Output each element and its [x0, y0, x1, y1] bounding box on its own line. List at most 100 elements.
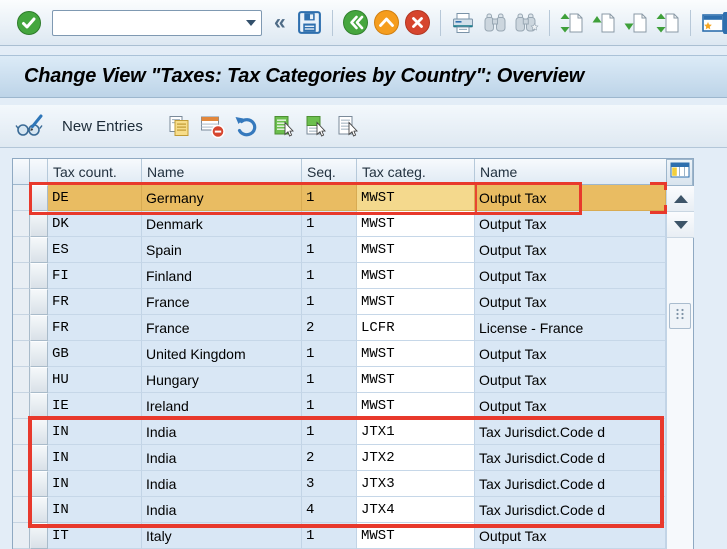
scroll-next-icon[interactable]	[623, 10, 649, 36]
cancel-icon[interactable]	[404, 9, 431, 36]
table-row: IN India 4 JTX4 Tax Jurisdict.Code d	[30, 497, 666, 523]
scrollbar-thumb[interactable]	[669, 303, 691, 329]
scroll-first-icon[interactable]	[559, 10, 585, 36]
cell-tax-country: HU	[48, 367, 142, 393]
cell-tax-category-input[interactable]: MWST	[357, 341, 475, 367]
command-field-dropdown-icon[interactable]	[246, 19, 256, 26]
find-next-icon[interactable]	[514, 10, 540, 36]
column-header-category-name: Name	[480, 164, 518, 180]
table-row: FI Finland 1 MWST Output Tax	[30, 263, 666, 289]
margin-cell	[13, 445, 30, 471]
cell-tax-category-input[interactable]: MWST	[357, 211, 475, 237]
deselect-all-icon[interactable]	[335, 114, 359, 138]
row-selector-button[interactable]	[30, 393, 48, 419]
margin-cell	[13, 497, 30, 523]
cell-tax-category-input[interactable]: MWST	[357, 185, 475, 211]
cell-tax-category-input[interactable]: MWST	[357, 237, 475, 263]
undo-icon[interactable]	[233, 113, 259, 139]
cell-tax-country: IT	[48, 523, 142, 549]
cell-category-name: Output Tax	[475, 185, 666, 211]
command-input[interactable]	[55, 11, 237, 34]
row-selector-button[interactable]	[30, 497, 48, 523]
collapse-icon[interactable]: «	[274, 12, 286, 33]
exit-icon[interactable]	[373, 9, 400, 36]
copy-icon[interactable]	[167, 114, 191, 138]
scrollbar-down-button[interactable]	[667, 212, 694, 238]
select-all-rows-header[interactable]	[30, 159, 48, 184]
cell-country-name: United Kingdom	[142, 341, 302, 367]
cell-tax-category-input[interactable]: JTX2	[357, 445, 475, 471]
scrollbar-up-button[interactable]	[667, 186, 694, 212]
scroll-last-icon[interactable]	[655, 10, 681, 36]
cell-tax-country: DK	[48, 211, 142, 237]
cell-tax-category-input[interactable]: LCFR	[357, 315, 475, 341]
cell-tax-country: ES	[48, 237, 142, 263]
toolbar-separator	[331, 9, 333, 36]
cell-tax-country: FR	[48, 289, 142, 315]
row-selector-button[interactable]	[30, 315, 48, 341]
toolbar-separator	[689, 9, 691, 36]
margin-cell	[13, 159, 30, 185]
cell-category-name: Output Tax	[475, 393, 666, 419]
margin-cell	[13, 471, 30, 497]
column-header-seq: Seq.	[302, 159, 357, 184]
command-field[interactable]	[52, 9, 262, 36]
cell-tax-category-input[interactable]: MWST	[357, 523, 475, 549]
row-selector-button[interactable]	[30, 237, 48, 263]
grip-dots-icon	[674, 307, 686, 326]
cell-tax-country: IN	[48, 419, 142, 445]
print-icon[interactable]	[450, 10, 476, 36]
find-icon[interactable]	[482, 10, 508, 36]
table-row: IN India 2 JTX2 Tax Jurisdict.Code d	[30, 445, 666, 471]
row-selector-button[interactable]	[30, 211, 48, 237]
table-configuration-button[interactable]	[666, 159, 693, 186]
cell-category-name: Output Tax	[475, 341, 666, 367]
margin-cell	[13, 315, 30, 341]
table-row: DK Denmark 1 MWST Output Tax	[30, 211, 666, 237]
title-bar: Change View "Taxes: Tax Categories by Co…	[0, 55, 727, 98]
cell-tax-category-input[interactable]: MWST	[357, 393, 475, 419]
table-row: FR France 1 MWST Output Tax	[30, 289, 666, 315]
cell-sequence: 2	[302, 445, 357, 471]
clipped-icon	[723, 12, 727, 34]
row-selector-button[interactable]	[30, 445, 48, 471]
cell-tax-country: FI	[48, 263, 142, 289]
row-selector-button[interactable]	[30, 419, 48, 445]
select-all-icon[interactable]	[271, 114, 295, 138]
new-entries-button[interactable]: New Entries	[58, 116, 147, 137]
margin-cell	[13, 185, 30, 211]
row-selector-button[interactable]	[30, 367, 48, 393]
column-header-tax-category: Tax categ.	[357, 159, 475, 184]
row-selector-button[interactable]	[30, 289, 48, 315]
display-change-icon[interactable]	[14, 113, 44, 139]
cell-sequence: 1	[302, 237, 357, 263]
new-session-icon[interactable]	[700, 10, 726, 36]
cell-tax-category-input[interactable]: MWST	[357, 367, 475, 393]
scroll-prev-icon[interactable]	[591, 10, 617, 36]
cell-tax-category-input[interactable]: MWST	[357, 289, 475, 315]
cell-category-name: Tax Jurisdict.Code d	[475, 445, 666, 471]
cell-tax-category-input[interactable]: JTX3	[357, 471, 475, 497]
cell-tax-category-input[interactable]: MWST	[357, 263, 475, 289]
cell-tax-category-input[interactable]: JTX1	[357, 419, 475, 445]
cell-category-name: Output Tax	[475, 237, 666, 263]
enter-icon[interactable]	[16, 10, 42, 36]
select-block-icon[interactable]	[303, 114, 327, 138]
save-icon[interactable]	[296, 9, 323, 36]
cell-country-name: France	[142, 289, 302, 315]
cell-tax-country: IE	[48, 393, 142, 419]
table-row: GB United Kingdom 1 MWST Output Tax	[30, 341, 666, 367]
margin-cell	[13, 237, 30, 263]
row-selector-button[interactable]	[30, 471, 48, 497]
cell-tax-category-input[interactable]: JTX4	[357, 497, 475, 523]
row-selector-button[interactable]	[30, 185, 48, 211]
row-selector-button[interactable]	[30, 263, 48, 289]
delete-row-icon[interactable]	[199, 113, 225, 139]
table-row: FR France 2 LCFR License - France	[30, 315, 666, 341]
cell-sequence: 1	[302, 211, 357, 237]
vertical-scrollbar[interactable]	[666, 186, 694, 549]
row-selector-button[interactable]	[30, 341, 48, 367]
back-icon[interactable]	[342, 9, 369, 36]
toolbar-separator	[548, 9, 550, 36]
row-selector-button[interactable]	[30, 523, 48, 549]
